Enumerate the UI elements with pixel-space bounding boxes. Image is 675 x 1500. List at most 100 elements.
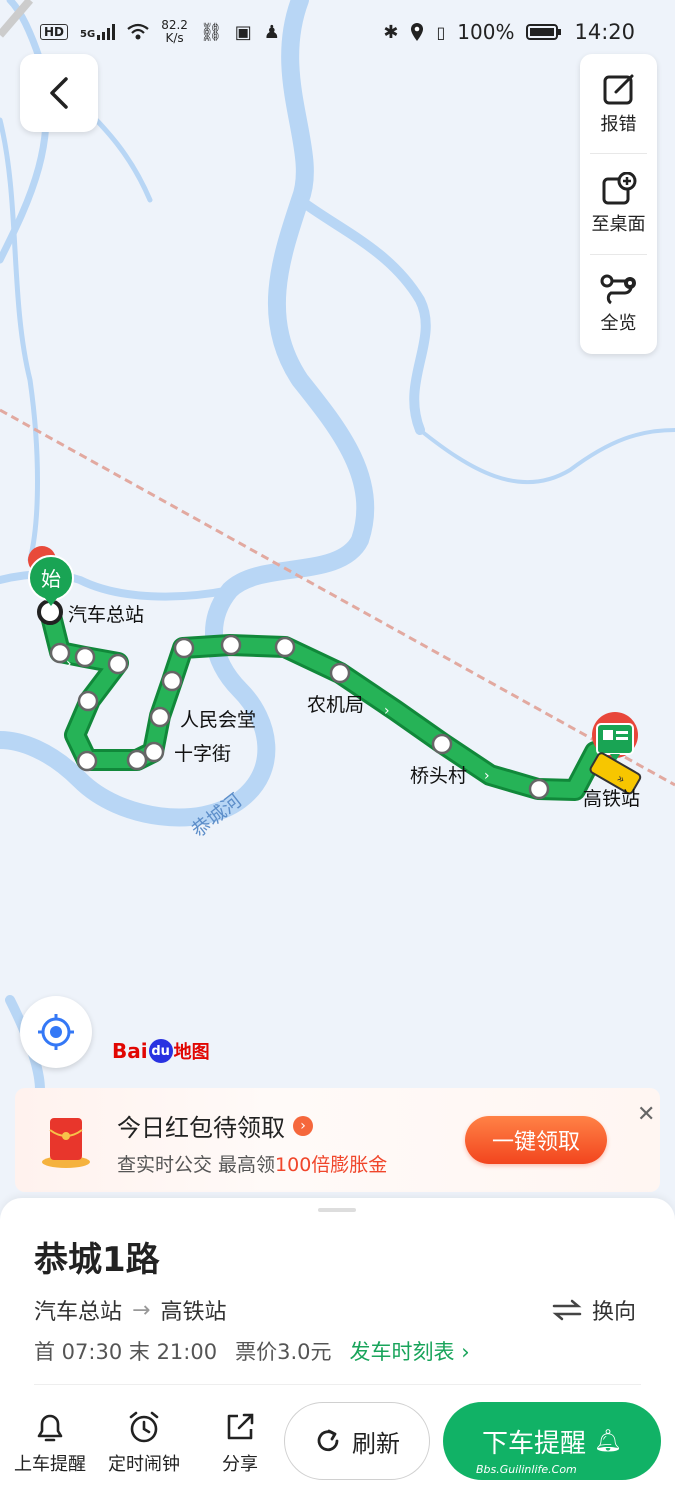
start-marker[interactable]: 始 [28,546,74,606]
stop-dot [149,706,171,728]
stop-label-people-hall: 人民会堂 [180,709,256,731]
stop-dot [126,749,148,771]
bell-icon: 🔔︎ [594,1428,622,1454]
stop-dot [220,634,242,656]
map-svg: 恭城河 › › › 始 » 汽车总站 人民会堂 十字街 农机局 桥头村 高铁站 [0,0,675,1095]
forum-watermark: Bbs.Guilinlife.Com [476,1463,577,1476]
stop-dot [161,670,183,692]
share-button[interactable]: 分享 [222,1410,258,1476]
claim-now-button[interactable]: 一键领取 [465,1116,607,1164]
stop-label-bridge-village: 桥头村 [410,765,467,787]
overview-label: 全览 [600,313,637,335]
stop-dot [329,662,351,684]
boarding-alert-button[interactable]: 上车提醒 [14,1410,86,1476]
report-error-label: 报错 [600,113,637,135]
edit-icon [603,74,633,105]
signal-icon: 5G [80,24,116,40]
hd-badge: HD [40,24,69,40]
refresh-label: 刷新 [352,1429,400,1458]
route-origin: 汽车总站 [34,1300,123,1325]
promo-subtitle-prefix: 查实时公交 最高领 [117,1154,276,1176]
net-speed: 82.2 K/s [161,18,188,45]
timed-alarm-button[interactable]: 定时闹钟 [108,1410,180,1476]
alarm-clock-icon [129,1411,159,1443]
switch-direction-label: 换向 [592,1300,637,1325]
route-schedule-info: 首 07:30 末 21:00 票价3.0元 发车时刻表 › [34,1336,470,1366]
app-notification-icon: ▣ [234,21,252,43]
promo-subtitle: 查实时公交 最高领100倍膨胀金 [117,1150,387,1177]
route-name: 恭城1路 [34,1240,160,1280]
stop-dot [107,653,129,675]
link-icon: ⛓ [199,21,223,43]
vibrate-icon: ▯ [436,22,446,42]
promo-title-text: 今日红包待领取 [117,1114,285,1142]
stop-label-crossroad: 十字街 [174,743,231,765]
stop-label-high-speed-station: 高铁站 [583,788,640,810]
stop-dot [431,733,453,755]
route-destination: 高铁站 [160,1300,227,1325]
back-button[interactable] [20,54,98,132]
svg-text:›: › [484,768,490,784]
stop-dot [274,636,296,658]
share-label: 分享 [222,1454,258,1475]
switch-direction-button[interactable]: 换向 [552,1294,636,1326]
swap-arrows-icon [552,1299,582,1321]
add-to-desktop-label: 至桌面 [591,213,646,235]
stop-dot [74,646,96,668]
status-left: HD 5G 82.2 K/s ⛓ ▣ ♟ [40,19,280,45]
refresh-icon [317,1429,339,1452]
status-bar: HD 5G 82.2 K/s ⛓ ▣ ♟ ✱ ▯ 100% 14:20 [0,0,675,64]
network-type: 5G [80,29,96,40]
stop-dot [143,741,165,763]
close-icon[interactable]: ✕ [637,1104,655,1126]
qq-icon: ♟ [263,21,280,43]
stop-dot [173,637,195,659]
promo-title: 今日红包待领取 › [117,1108,313,1143]
stop-dot [76,750,98,772]
clock: 14:20 [574,20,635,44]
location-pin-icon [411,23,424,41]
baidu-map-logo: Bai du 地图 [112,1038,210,1064]
timetable-link[interactable]: 发车时刻表 › [350,1336,470,1366]
red-packet-promo-banner[interactable]: 今日红包待领取 › 查实时公交 最高领100倍膨胀金 一键领取 ✕ [15,1088,660,1192]
route-overview-icon [600,274,636,305]
arrow-right-icon: → [132,1297,151,1323]
timed-alarm-label: 定时闹钟 [108,1454,180,1475]
map-canvas[interactable]: 恭城河 › › › 始 » 汽车总站 人民会堂 十字街 农机局 桥头村 高铁站 [0,0,675,1220]
crosshair-location-icon [38,1014,74,1050]
divider [34,1384,641,1385]
boarding-alert-label: 上车提醒 [14,1454,86,1475]
add-to-desktop-icon [602,171,636,205]
logo-du: du [148,1039,173,1063]
battery-percent: 100% [457,20,515,44]
chevron-right-icon: › [293,1115,313,1136]
battery-icon [526,24,562,40]
bell-icon [37,1414,63,1442]
bluetooth-icon: ✱ [383,21,399,43]
drag-handle[interactable] [318,1208,356,1212]
overview-button[interactable]: 全览 [590,253,647,354]
first-bus-time: 首 07:30 [34,1340,123,1364]
chevron-left-icon [50,77,68,109]
stop-label-agri-bureau: 农机局 [307,694,364,716]
status-right: ✱ ▯ 100% 14:20 [383,20,635,44]
stop-dot [528,778,550,800]
share-icon [227,1413,254,1440]
last-bus-time: 末 21:00 [128,1340,218,1364]
report-error-button[interactable]: 报错 [580,54,657,153]
chevron-right-icon: › [461,1340,470,1364]
logo-ditu: 地图 [173,1042,210,1063]
locate-me-button[interactable] [20,996,92,1068]
add-to-desktop-button[interactable]: 至桌面 [590,153,647,253]
stop-dot [49,642,71,664]
alighting-alert-label: 下车提醒 [482,1428,587,1459]
red-envelope-icon [42,1118,90,1168]
promo-subtitle-highlight: 100倍膨胀金 [275,1154,388,1176]
fare: 票价3.0元 [235,1340,332,1364]
stop-dot [77,690,99,712]
logo-bai: Bai [112,1039,148,1063]
wifi-icon [127,23,149,40]
refresh-button[interactable]: 刷新 [284,1402,430,1480]
svg-text:›: › [384,703,390,719]
stop-label-bus-terminal: 汽车总站 [68,604,144,626]
